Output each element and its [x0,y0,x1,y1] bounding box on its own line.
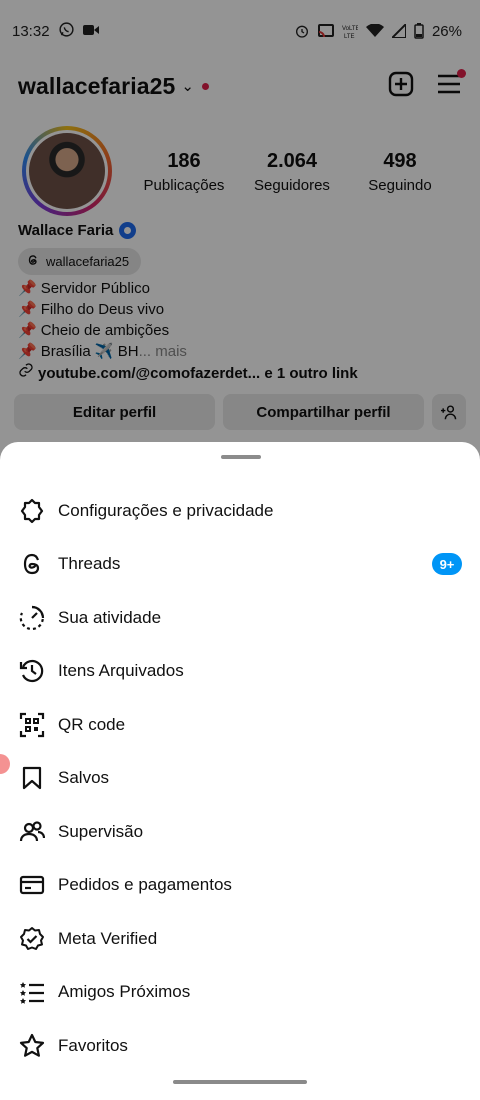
sheet-drag-handle[interactable] [221,455,261,459]
menu-item-label: Pedidos e pagamentos [58,875,232,895]
activity-icon [18,604,46,632]
menu-item-label: Salvos [58,768,110,788]
menu-item-meta-verified[interactable]: Meta Verified [0,912,480,966]
supervision-icon [18,818,46,846]
menu-list: Configurações e privacidade Threads 9+ S… [0,484,480,1073]
menu-item-favorites[interactable]: Favoritos [0,1019,480,1073]
menu-item-label: Supervisão [58,821,144,841]
menu-item-activity[interactable]: Sua atividade [0,591,480,645]
bottom-sheet-menu: Configurações e privacidade Threads 9+ S… [0,442,480,1100]
menu-item-close-friends[interactable]: Amigos Próximos [0,966,480,1020]
menu-item-orders-payments[interactable]: Pedidos e pagamentos [0,859,480,913]
menu-item-label: Threads [58,554,121,574]
card-icon [18,871,46,899]
menu-item-archive[interactable]: Itens Arquivados [0,645,480,699]
menu-item-supervision[interactable]: Supervisão [0,805,480,859]
menu-item-label: Itens Arquivados [58,661,184,681]
menu-item-qr-code[interactable]: QR code [0,698,480,752]
archive-icon [18,657,46,685]
menu-item-label: Sua atividade [58,607,162,627]
qr-code-icon [18,711,46,739]
menu-item-saved[interactable]: Salvos [0,752,480,806]
star-icon [18,1032,46,1060]
settings-icon [18,497,46,525]
threads-icon [18,550,46,578]
meta-verified-icon [18,925,46,953]
menu-item-settings[interactable]: Configurações e privacidade [0,484,480,538]
home-indicator[interactable] [173,1080,307,1084]
threads-badge: 9+ [432,553,462,576]
menu-item-label: Amigos Próximos [58,982,191,1002]
menu-item-label: Favoritos [58,1035,128,1055]
menu-item-label: Configurações e privacidade [58,500,274,520]
menu-item-label: QR code [58,714,126,734]
bookmark-icon [18,764,46,792]
close-friends-icon [18,978,46,1006]
menu-item-threads[interactable]: Threads 9+ [0,538,480,592]
menu-item-label: Meta Verified [58,928,158,948]
